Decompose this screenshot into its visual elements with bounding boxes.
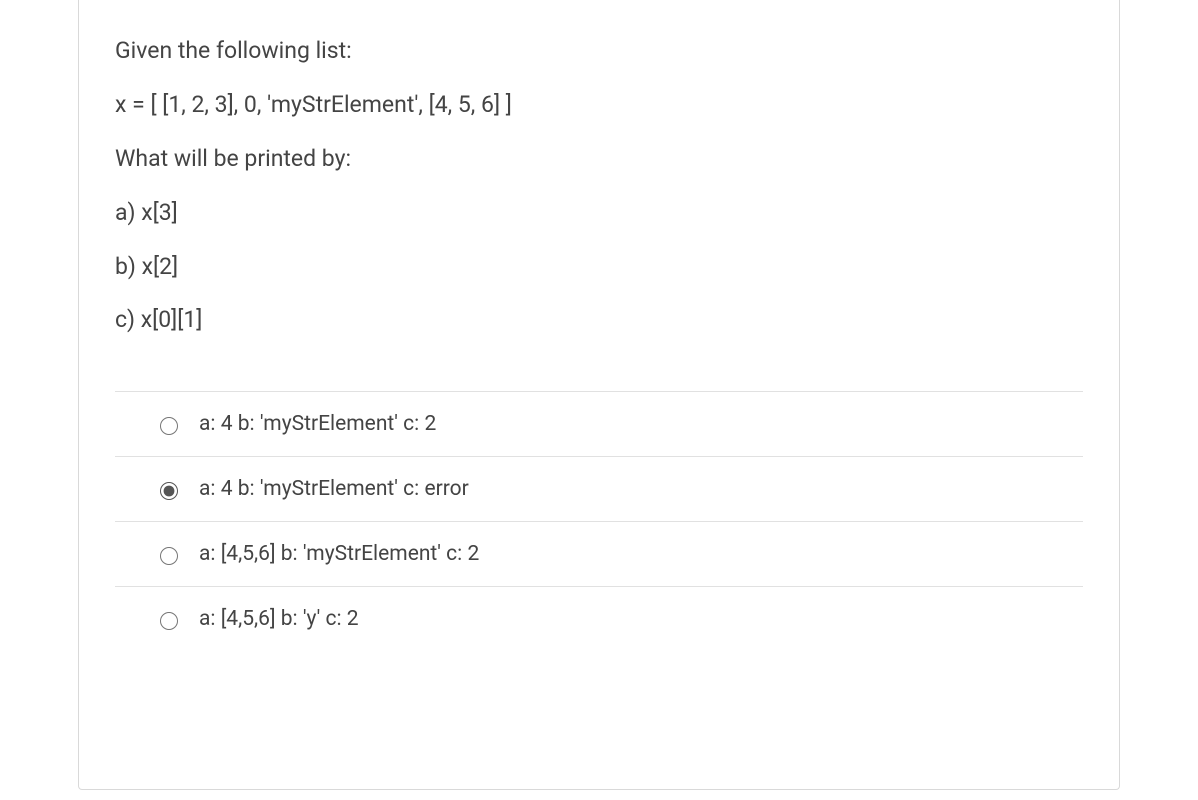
question-line: x = [ [1, 2, 3], 0, 'myStrElement', [4, … bbox=[115, 90, 1083, 120]
answer-label: a: [4,5,6] b: 'myStrElement' c: 2 bbox=[199, 542, 479, 566]
question-line: Given the following list: bbox=[115, 36, 1083, 66]
answer-label: a: [4,5,6] b: 'y' c: 2 bbox=[199, 607, 359, 631]
answer-option[interactable]: a: [4,5,6] b: 'myStrElement' c: 2 bbox=[115, 521, 1083, 586]
answer-radio[interactable] bbox=[160, 482, 178, 500]
radio-icon[interactable] bbox=[155, 414, 181, 435]
answer-option[interactable]: a: 4 b: 'myStrElement' c: error bbox=[115, 456, 1083, 521]
radio-icon[interactable] bbox=[155, 609, 181, 630]
answer-label: a: 4 b: 'myStrElement' c: error bbox=[199, 477, 469, 501]
answer-radio[interactable] bbox=[160, 417, 178, 435]
radio-icon[interactable] bbox=[155, 479, 181, 500]
answer-radio[interactable] bbox=[160, 612, 178, 630]
question-card: Given the following list: x = [ [1, 2, 3… bbox=[78, 0, 1120, 790]
radio-icon[interactable] bbox=[155, 544, 181, 565]
question-stem: Given the following list: x = [ [1, 2, 3… bbox=[115, 36, 1083, 335]
question-line: c) x[0][1] bbox=[115, 305, 1083, 335]
answer-label: a: 4 b: 'myStrElement' c: 2 bbox=[199, 412, 436, 436]
question-line: a) x[3] bbox=[115, 198, 1083, 228]
answer-option[interactable]: a: [4,5,6] b: 'y' c: 2 bbox=[115, 586, 1083, 651]
question-line: b) x[2] bbox=[115, 252, 1083, 282]
answer-radio[interactable] bbox=[160, 547, 178, 565]
answer-list: a: 4 b: 'myStrElement' c: 2 a: 4 b: 'myS… bbox=[115, 391, 1083, 651]
answer-option[interactable]: a: 4 b: 'myStrElement' c: 2 bbox=[115, 391, 1083, 456]
question-line: What will be printed by: bbox=[115, 144, 1083, 174]
